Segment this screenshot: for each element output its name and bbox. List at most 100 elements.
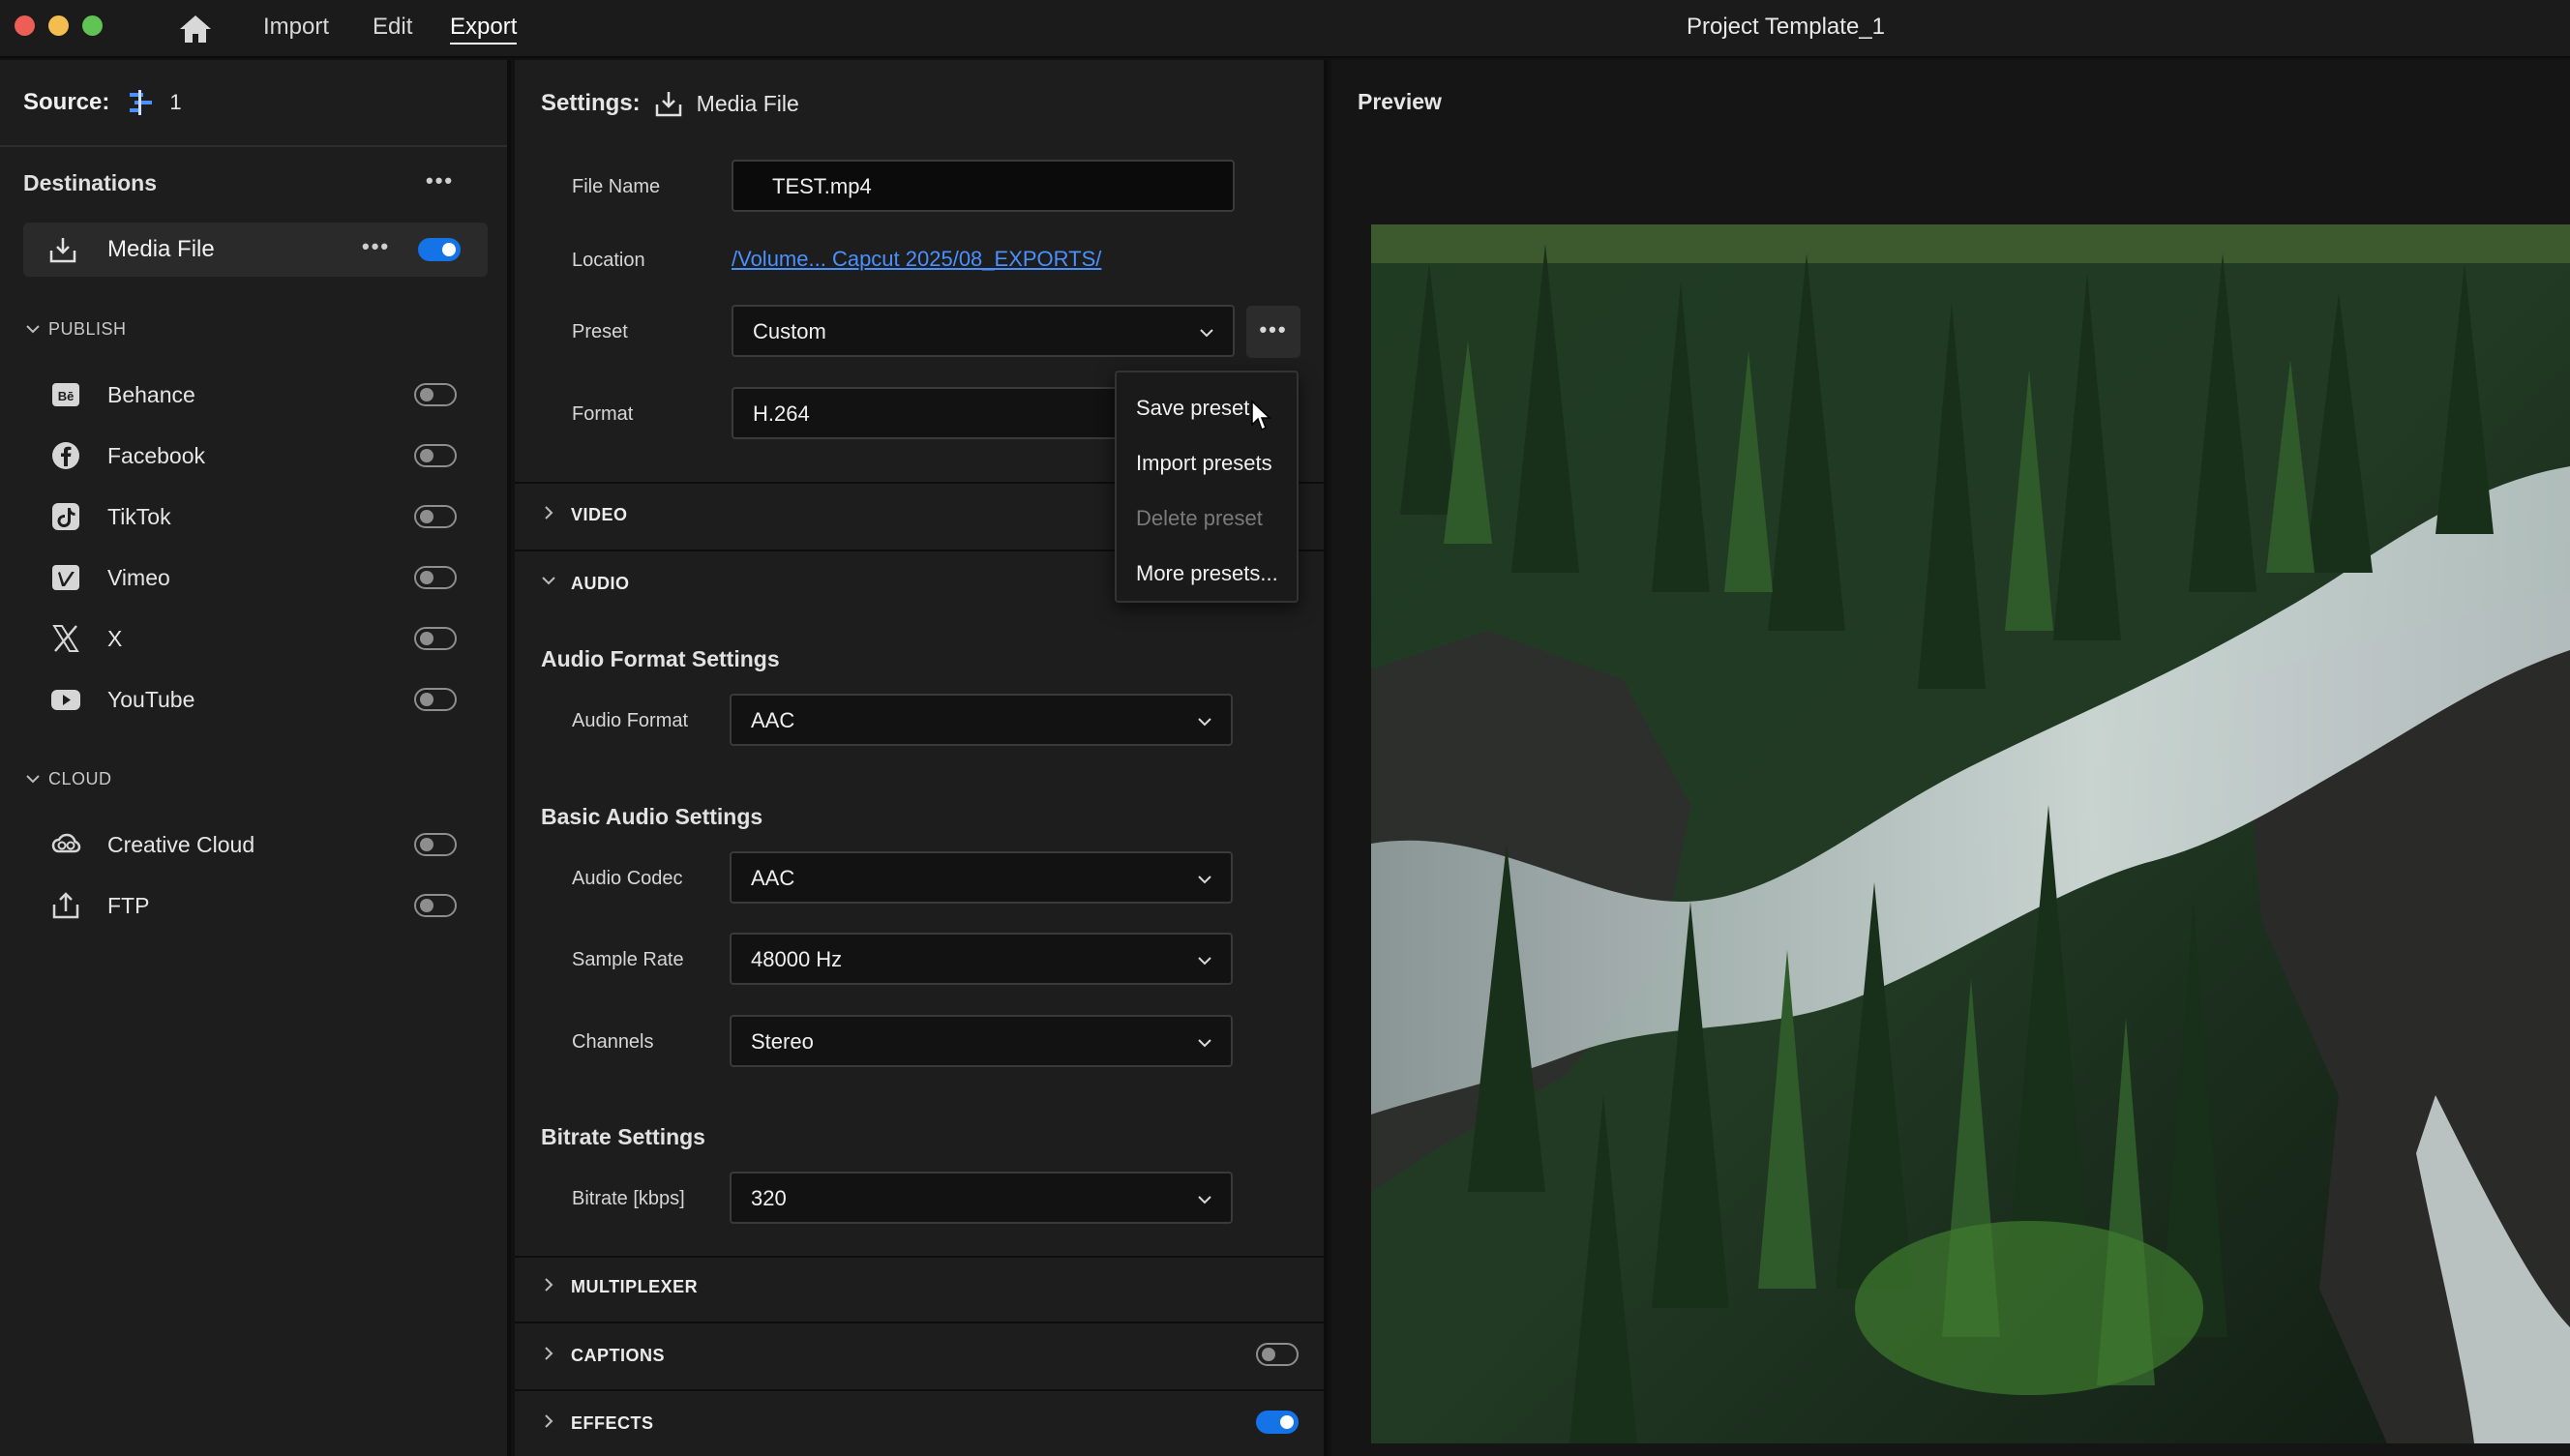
preview-image [1371, 224, 2570, 1443]
destination-media-file[interactable]: Media File ••• [23, 223, 488, 277]
preview-video-frame[interactable] [1371, 224, 2570, 1443]
bitrate-settings-header: Bitrate Settings [541, 1124, 705, 1149]
menu-item-delete-preset: Delete preset [1136, 506, 1263, 530]
chevron-down-icon [1198, 957, 1211, 966]
audio-format-label: Audio Format [572, 710, 689, 731]
preset-select[interactable]: Custom [732, 305, 1235, 357]
destination-facebook[interactable]: Facebook [50, 436, 466, 475]
window-title: Project Template_1 [1686, 14, 1885, 40]
sequence-icon[interactable] [127, 90, 156, 115]
destination-behance[interactable]: Bē Behance [50, 375, 466, 414]
divider [515, 1256, 1324, 1258]
behance-toggle[interactable] [414, 383, 457, 406]
location-label: Location [572, 250, 645, 271]
vimeo-label: Vimeo [107, 565, 170, 590]
youtube-icon [51, 690, 80, 710]
menu-item-import-presets[interactable]: Import presets [1136, 451, 1272, 476]
chevron-right-icon[interactable] [541, 1413, 556, 1429]
divider [515, 1322, 1324, 1323]
divider [0, 145, 507, 147]
chevron-down-icon [1198, 1039, 1211, 1048]
source-row: Source: 1 [23, 89, 182, 116]
tiktok-toggle[interactable] [414, 505, 457, 528]
audio-format-select[interactable]: AAC [730, 694, 1233, 746]
basic-audio-settings-header: Basic Audio Settings [541, 804, 763, 829]
cloud-group-label: CLOUD [48, 769, 112, 788]
sample-rate-label: Sample Rate [572, 949, 684, 970]
audio-codec-select[interactable]: AAC [730, 851, 1233, 904]
format-label: Format [572, 403, 634, 425]
destination-x[interactable]: X [50, 619, 466, 658]
audio-format-value: AAC [751, 708, 795, 732]
ftp-label: FTP [107, 893, 150, 918]
facebook-toggle[interactable] [414, 444, 457, 467]
destination-youtube[interactable]: YouTube [50, 680, 466, 719]
destination-tiktok[interactable]: TikTok [50, 497, 466, 536]
svg-text:Bē: Bē [58, 389, 75, 403]
bitrate-select[interactable]: 320 [730, 1172, 1233, 1224]
chevron-right-icon[interactable] [541, 1277, 556, 1293]
chevron-down-icon [1198, 718, 1211, 727]
creative-cloud-toggle[interactable] [414, 833, 457, 856]
publish-group-label: PUBLISH [48, 319, 127, 339]
publish-group-header[interactable]: PUBLISH [26, 319, 127, 340]
chevron-down-icon[interactable] [541, 573, 556, 588]
chevron-down-icon [1198, 876, 1211, 884]
facebook-icon [52, 442, 79, 469]
sample-rate-select[interactable]: 48000 Hz [730, 933, 1233, 985]
format-select[interactable]: H.264 [732, 387, 1138, 439]
vimeo-icon [52, 565, 79, 590]
captions-section-header[interactable]: CAPTIONS [571, 1346, 665, 1366]
settings-target: Media File [696, 90, 799, 116]
chevron-down-icon [1200, 329, 1213, 338]
channels-label: Channels [572, 1031, 654, 1053]
menu-item-save-preset[interactable]: Save preset [1136, 396, 1249, 421]
tiktok-label: TikTok [107, 504, 171, 529]
destinations-panel: Source: 1 Destinations ••• Media File ••… [0, 60, 511, 1456]
destination-creative-cloud[interactable]: Creative Cloud [50, 825, 466, 864]
audio-codec-label: Audio Codec [572, 868, 683, 889]
source-label: Source: [23, 89, 110, 115]
cloud-group-header[interactable]: CLOUD [26, 769, 112, 789]
youtube-toggle[interactable] [414, 688, 457, 711]
preview-label: Preview [1358, 89, 1442, 114]
preview-panel: Preview [1331, 60, 2570, 1456]
audio-format-settings-header: Audio Format Settings [541, 646, 780, 671]
chevron-down-icon [1198, 1196, 1211, 1204]
preset-more-button[interactable]: ••• [1246, 306, 1300, 358]
export-download-icon [655, 92, 681, 117]
media-file-label: Media File [107, 236, 215, 262]
effects-section-header[interactable]: EFFECTS [571, 1413, 654, 1434]
file-name-input[interactable]: TEST.mp4 [732, 160, 1235, 212]
source-count: 1 [169, 90, 182, 114]
vimeo-toggle[interactable] [414, 566, 457, 589]
destination-vimeo[interactable]: Vimeo [50, 558, 466, 597]
settings-header: Settings: Media File [541, 89, 799, 118]
creative-cloud-label: Creative Cloud [107, 832, 255, 857]
export-download-icon [49, 238, 76, 263]
effects-toggle[interactable] [1256, 1411, 1299, 1434]
chevron-right-icon[interactable] [541, 505, 556, 520]
chevron-right-icon[interactable] [541, 1346, 556, 1361]
destinations-more-icon[interactable]: ••• [426, 168, 454, 193]
divider [515, 1389, 1324, 1391]
channels-select[interactable]: Stereo [730, 1015, 1233, 1067]
menu-item-more-presets[interactable]: More presets... [1136, 561, 1278, 586]
format-value: H.264 [753, 401, 810, 426]
x-toggle[interactable] [414, 627, 457, 650]
destination-ftp[interactable]: FTP [50, 886, 466, 925]
creative-cloud-icon [51, 833, 81, 853]
ftp-toggle[interactable] [414, 894, 457, 917]
chevron-down-icon [26, 325, 40, 334]
title-bar: Import Edit Export Project Template_1 [0, 0, 2570, 58]
location-link[interactable]: /Volume... Capcut 2025/08_EXPORTS/ [732, 247, 1101, 272]
x-label: X [107, 626, 123, 651]
captions-toggle[interactable] [1256, 1343, 1299, 1366]
video-section-header[interactable]: VIDEO [571, 505, 628, 525]
ftp-upload-icon [52, 892, 79, 919]
media-file-more-icon[interactable]: ••• [362, 234, 390, 259]
multiplexer-section-header[interactable]: MULTIPLEXER [571, 1277, 698, 1297]
x-icon [52, 625, 79, 652]
audio-section-header[interactable]: AUDIO [571, 574, 630, 594]
media-file-toggle[interactable] [418, 238, 461, 261]
